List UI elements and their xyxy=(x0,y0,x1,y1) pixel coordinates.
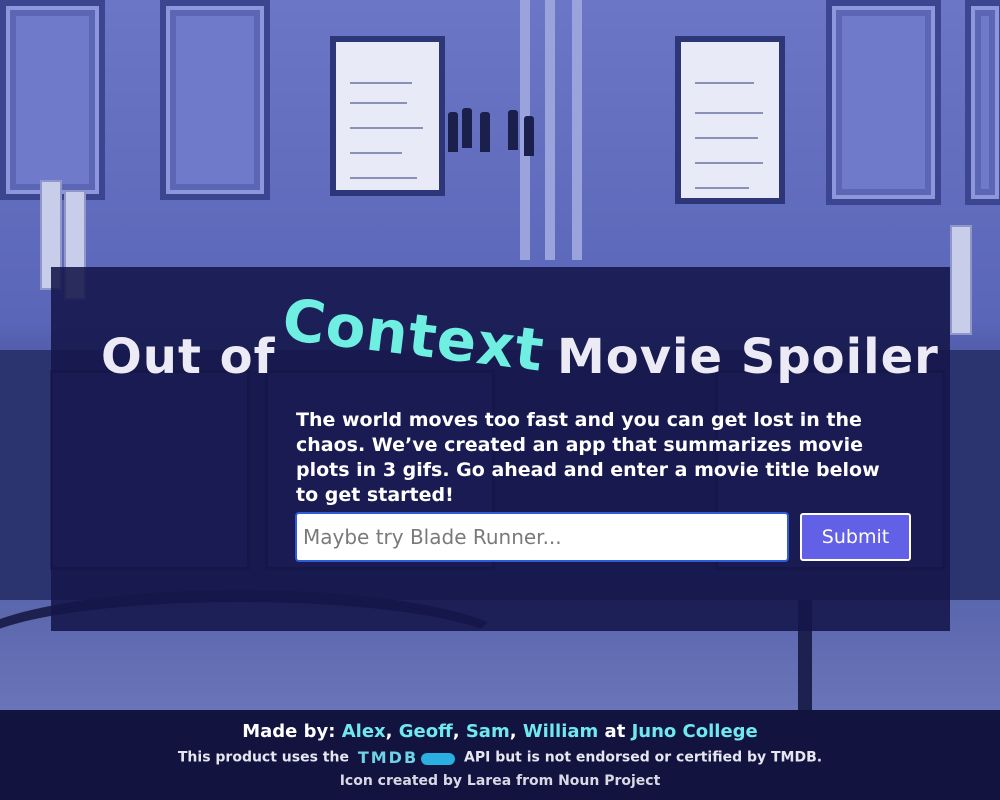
footer: Made by: Alex, Geoff, Sam, William at Ju… xyxy=(0,710,1000,800)
tmdb-logo: TMDB xyxy=(357,748,456,767)
wall-panel xyxy=(965,0,1000,205)
pipe xyxy=(545,0,555,260)
author-link-alex[interactable]: Alex xyxy=(342,721,386,742)
bottle xyxy=(448,112,458,152)
icon-credit: Icon created by Larea from Noun Project xyxy=(339,773,661,789)
tmdb-logo-text: TMDB xyxy=(357,748,419,767)
pipe xyxy=(572,0,582,260)
page-title: Out of Context Movie Spoiler xyxy=(51,267,950,397)
author-link-geoff[interactable]: Geoff xyxy=(399,721,453,742)
intro-text: The world moves too fast and you can get… xyxy=(296,409,880,506)
bottle xyxy=(508,110,518,150)
movie-title-input[interactable] xyxy=(295,512,789,562)
cup-stack xyxy=(950,225,972,335)
menu-board xyxy=(330,36,445,196)
bottle xyxy=(480,112,490,152)
at-label: at xyxy=(604,721,626,742)
organization-link[interactable]: Juno College xyxy=(632,721,758,742)
wall-panel xyxy=(826,0,941,205)
tmdb-attribution: This product uses the TMDB API but is no… xyxy=(0,748,1000,767)
made-by-label: Made by: xyxy=(242,721,336,742)
credits-line: Made by: Alex, Geoff, Sam, William at Ju… xyxy=(242,721,758,742)
title-out-of: Out of xyxy=(101,329,276,385)
tmdb-suffix: API but is not endorsed or certified by … xyxy=(464,749,823,766)
search-form: Submit xyxy=(295,512,912,562)
author-link-sam[interactable]: Sam xyxy=(466,721,510,742)
tmdb-prefix: This product uses the xyxy=(177,749,349,766)
author-link-william[interactable]: William xyxy=(523,721,598,742)
menu-board xyxy=(675,36,785,204)
wall-panel xyxy=(0,0,105,200)
title-movie-spoiler: Movie Spoiler xyxy=(557,329,939,385)
bottle xyxy=(462,108,472,148)
submit-button[interactable]: Submit xyxy=(800,513,911,561)
bottle xyxy=(524,116,534,156)
title-context: Context xyxy=(278,285,549,385)
wall-panel xyxy=(160,0,270,200)
tmdb-logo-pill-icon xyxy=(421,752,456,765)
hero-card: Out of Context Movie Spoiler The world m… xyxy=(51,267,950,631)
